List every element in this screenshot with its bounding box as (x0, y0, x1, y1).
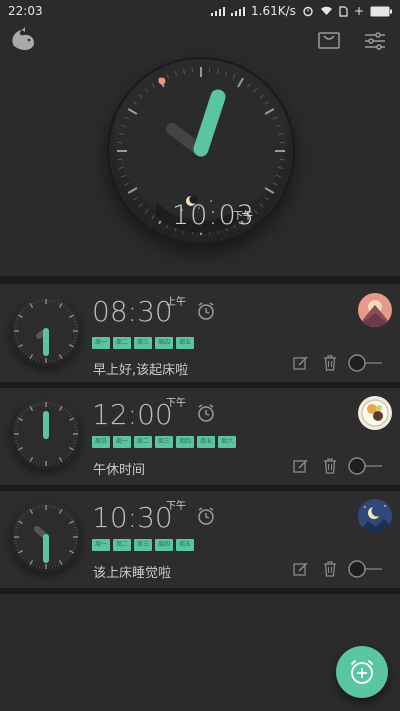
alarm-time: 12:00 (92, 398, 173, 431)
edit-icon[interactable] (293, 355, 309, 371)
alarm-card-2[interactable]: 12:00 下午 周日 周一 周二 周三 周四 周五 周六 午休时间 (0, 388, 400, 485)
alarm-mini-clock (10, 501, 82, 573)
bird-logo-icon[interactable] (8, 26, 38, 52)
food-plate-avatar[interactable] (358, 396, 392, 430)
trash-icon[interactable] (323, 458, 337, 474)
bag-icon[interactable] (318, 31, 340, 49)
status-indicators: 1.61K/s + (211, 4, 392, 18)
mountain-sunset-avatar[interactable] (358, 293, 392, 327)
alarm-clock-icon (198, 302, 214, 320)
day-chip: 周六 (218, 436, 237, 448)
minute-hand (193, 89, 226, 157)
day-chip: 周一 (92, 337, 111, 349)
day-chip: 周二 (113, 337, 132, 349)
battery-icon (370, 6, 392, 16)
day-chip: 周三 (155, 436, 174, 448)
day-chip: 周四 (176, 436, 195, 448)
day-chip: 周三 (134, 539, 153, 551)
alarm-ampm: 上午 (166, 297, 186, 308)
charging-plus: + (353, 4, 364, 18)
alarm-toggle[interactable] (347, 353, 383, 373)
mini-clock-face (14, 299, 78, 363)
day-chip: 周一 (92, 539, 111, 551)
repeat-days: 周日 周一 周二 周三 周四 周五 周六 (92, 436, 237, 448)
card-divider (0, 588, 400, 594)
sim-icon (339, 5, 348, 17)
mini-clock-face (14, 505, 78, 569)
alarm-ampm: 下午 (166, 398, 186, 409)
alarm-clock-icon (198, 507, 214, 525)
alarm-card-3[interactable]: 10:30 下午 周一 周二 周三 周四 周五 该上床睡觉啦 (0, 491, 400, 588)
day-chip: 周五 (176, 539, 195, 551)
status-time: 22:03 (8, 4, 43, 18)
alarm-toggle[interactable] (347, 559, 383, 579)
day-chip: 周四 (155, 337, 174, 349)
day-chip: 周日 (92, 436, 111, 448)
alarm-status-icon (303, 6, 313, 17)
alarm-card-1[interactable]: 08:30 上午 周一 周二 周三 周四 周五 早上好,该起床啦 (0, 285, 400, 382)
alarm-ampm: 下午 (166, 501, 186, 512)
repeat-days: 周一 周二 周三 周四 周五 (92, 539, 195, 551)
edit-icon[interactable] (293, 458, 309, 474)
day-chip: 周四 (155, 539, 174, 551)
day-chip: 周二 (134, 436, 153, 448)
alarm-mini-clock (10, 398, 82, 470)
alarm-toggle[interactable] (347, 456, 383, 476)
status-bar: 22:03 1.61K/s + (0, 0, 400, 22)
alarm-label: 午休时间 (93, 463, 146, 478)
day-chip: 周二 (113, 539, 132, 551)
signal-icon (211, 6, 226, 16)
network-speed: 1.61K/s (251, 4, 296, 18)
trash-icon[interactable] (323, 561, 337, 577)
signal-2-icon (231, 6, 246, 16)
add-alarm-button[interactable] (336, 646, 388, 698)
sliders-icon[interactable] (364, 31, 386, 51)
add-alarm-icon (351, 660, 373, 684)
day-chip: 周五 (197, 436, 216, 448)
wifi-icon (320, 6, 332, 15)
alarm-time: 10:30 (92, 501, 173, 534)
alarm-clock-icon (198, 404, 214, 422)
edit-icon[interactable] (293, 561, 309, 577)
day-chip: 周五 (176, 337, 195, 349)
night-moon-avatar[interactable] (358, 499, 392, 533)
trash-icon[interactable] (323, 355, 337, 371)
alarm-time: 08:30 (92, 295, 173, 328)
mini-clock-face (14, 402, 78, 466)
alarm-label: 早上好,该起床啦 (93, 363, 189, 378)
repeat-days: 周一 周二 周三 周四 周五 (92, 337, 195, 349)
main-ampm: 下午 (233, 211, 253, 222)
alarm-mini-clock (10, 295, 82, 367)
day-chip: 周三 (134, 337, 153, 349)
day-chip: 周一 (113, 436, 132, 448)
alarm-label: 该上床睡觉啦 (93, 566, 172, 581)
alarm-marker (158, 77, 166, 85)
section-divider (0, 276, 400, 284)
